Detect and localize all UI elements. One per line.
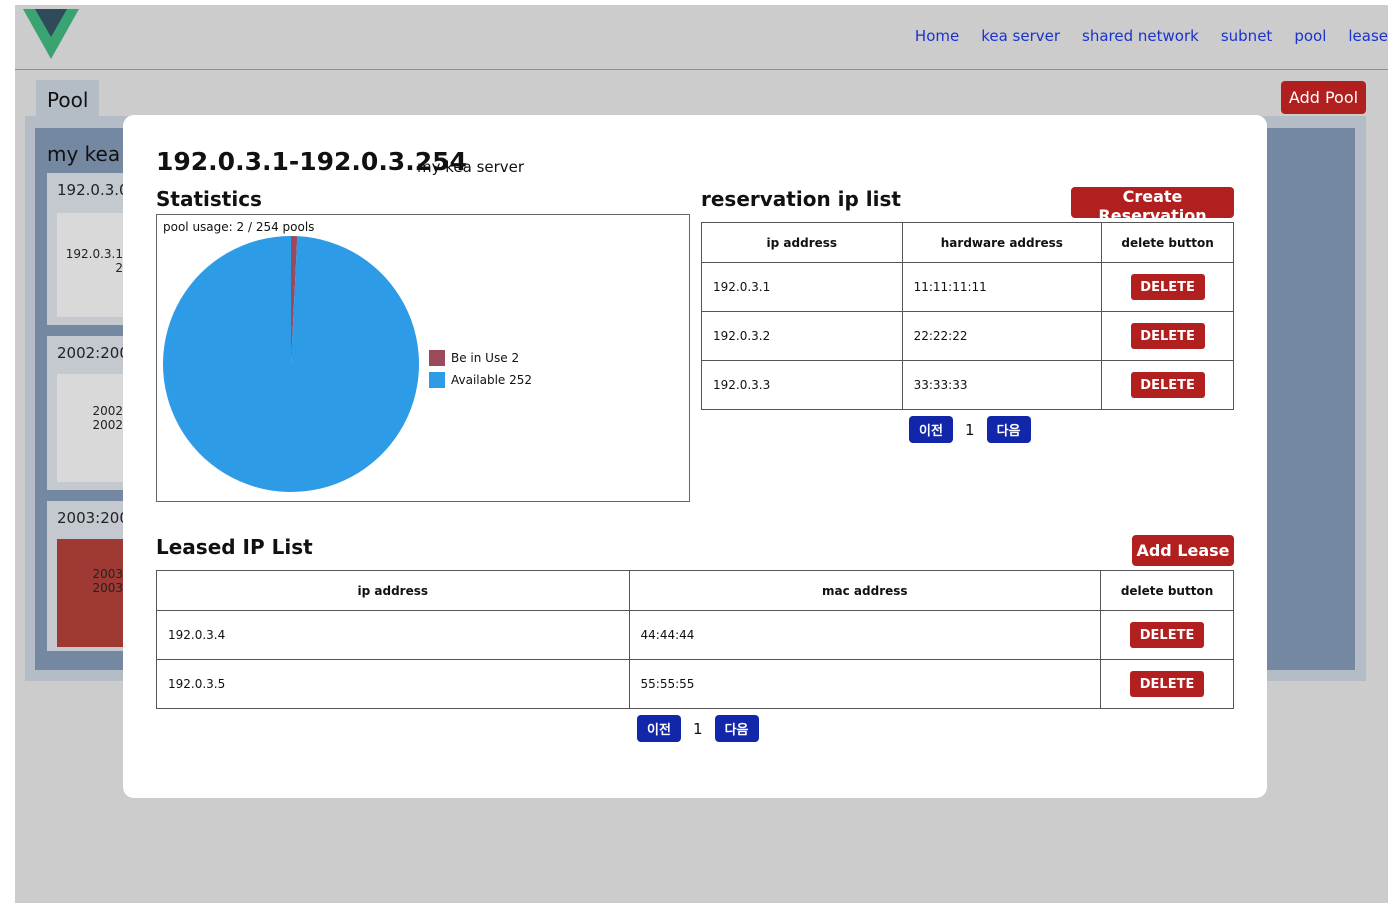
table-row: 192.0.3.4 44:44:44 DELETE <box>156 610 1234 660</box>
nav-pool[interactable]: pool <box>1294 27 1326 45</box>
lease-pagination: 이전 1 다음 <box>637 715 759 742</box>
legend-swatch <box>429 372 445 388</box>
legend-value: 2 <box>511 351 520 365</box>
tab-pool[interactable]: Pool <box>36 80 99 120</box>
table-row: 192.0.3.1 11:11:11:11 DELETE <box>701 262 1234 312</box>
mac-cell: 44:44:44 <box>628 610 1102 660</box>
nav-home[interactable]: Home <box>915 27 959 45</box>
main-nav: Home kea server shared network subnet po… <box>915 27 1388 45</box>
lease-table: ip address mac address delete button 192… <box>156 570 1234 709</box>
prev-page-button[interactable]: 이전 <box>637 715 681 742</box>
hardware-cell: 11:11:11:11 <box>901 262 1103 312</box>
delete-button[interactable]: DELETE <box>1130 372 1205 398</box>
ip-cell: 192.0.3.1 <box>701 262 903 312</box>
pool-server-subtitle: my kea server <box>417 158 525 176</box>
delete-cell: DELETE <box>1101 360 1234 410</box>
pool-card-line: 2003 <box>92 581 123 595</box>
legend-value: 252 <box>509 373 533 387</box>
legend-label: Available <box>451 373 506 387</box>
delete-button[interactable]: DELETE <box>1130 622 1205 648</box>
column-header: ip address <box>156 570 630 611</box>
hardware-cell: 22:22:22 <box>901 311 1103 361</box>
delete-cell: DELETE <box>1100 610 1234 660</box>
pie-chart <box>163 236 419 492</box>
chart-legend: Be in Use 2 Available 252 <box>429 347 532 391</box>
delete-button[interactable]: DELETE <box>1130 671 1205 697</box>
pool-card-line: 2002 <box>92 418 123 432</box>
nav-subnet[interactable]: subnet <box>1221 27 1272 45</box>
hardware-cell: 33:33:33 <box>901 360 1103 410</box>
add-lease-button[interactable]: Add Lease <box>1132 535 1234 566</box>
pool-detail-modal: 192.0.3.1-192.0.3.254 my kea server Stat… <box>123 115 1267 798</box>
nav-kea-server[interactable]: kea server <box>981 27 1060 45</box>
usage-chart: pool usage: 2 / 254 pools Be in Use 2 Av… <box>156 214 690 502</box>
reservation-pagination: 이전 1 다음 <box>909 416 1031 443</box>
legend-swatch <box>429 350 445 366</box>
create-reservation-button[interactable]: Create Reservation <box>1071 187 1234 225</box>
subnet-label: 2003:200 <box>57 509 129 527</box>
legend-item: Available 252 <box>429 369 532 391</box>
vue-logo-icon[interactable] <box>23 9 79 59</box>
ip-cell: 192.0.3.2 <box>701 311 903 361</box>
delete-cell: DELETE <box>1101 262 1234 312</box>
table-row: 192.0.3.2 22:22:22 DELETE <box>701 311 1234 361</box>
column-header: mac address <box>628 570 1102 611</box>
ip-cell: 192.0.3.5 <box>156 659 630 709</box>
chart-title: pool usage: 2 / 254 pools <box>163 220 315 234</box>
delete-button[interactable]: DELETE <box>1130 274 1205 300</box>
column-header: hardware address <box>901 222 1103 263</box>
ip-cell: 192.0.3.4 <box>156 610 630 660</box>
pool-card-line: 2 <box>115 261 123 275</box>
pool-card-line: 2003 <box>92 567 123 581</box>
subnet-label: 2002:200 <box>57 344 129 362</box>
table-row: 192.0.3.5 55:55:55 DELETE <box>156 659 1234 709</box>
prev-page-button[interactable]: 이전 <box>909 416 953 443</box>
legend-label: Be in Use <box>451 351 508 365</box>
add-pool-button[interactable]: Add Pool <box>1281 81 1366 114</box>
page-number: 1 <box>693 719 703 738</box>
next-page-button[interactable]: 다음 <box>714 715 759 742</box>
reservation-table: ip address hardware address delete butto… <box>701 222 1234 410</box>
next-page-button[interactable]: 다음 <box>986 416 1031 443</box>
mac-cell: 55:55:55 <box>628 659 1102 709</box>
page-number: 1 <box>965 420 975 439</box>
pie-slice-available <box>163 236 419 492</box>
top-bar: Home kea server shared network subnet po… <box>15 5 1388 70</box>
table-row: 192.0.3.3 33:33:33 DELETE <box>701 360 1234 410</box>
pool-card-line: 2002 <box>92 404 123 418</box>
pool-card-line: 192.0.3.1 <box>65 247 123 261</box>
delete-cell: DELETE <box>1100 659 1234 709</box>
table-header-row: ip address mac address delete button <box>156 570 1234 611</box>
statistics-title: Statistics <box>156 187 262 211</box>
reservation-title: reservation ip list <box>701 187 901 211</box>
delete-button[interactable]: DELETE <box>1130 323 1205 349</box>
nav-shared-network[interactable]: shared network <box>1082 27 1199 45</box>
column-header: ip address <box>701 222 903 263</box>
leased-ip-title: Leased IP List <box>156 535 313 559</box>
table-header-row: ip address hardware address delete butto… <box>701 222 1234 263</box>
column-header: delete button <box>1100 570 1234 611</box>
nav-lease[interactable]: lease <box>1348 27 1388 45</box>
ip-cell: 192.0.3.3 <box>701 360 903 410</box>
column-header: delete button <box>1101 222 1234 263</box>
legend-item: Be in Use 2 <box>429 347 532 369</box>
delete-cell: DELETE <box>1101 311 1234 361</box>
